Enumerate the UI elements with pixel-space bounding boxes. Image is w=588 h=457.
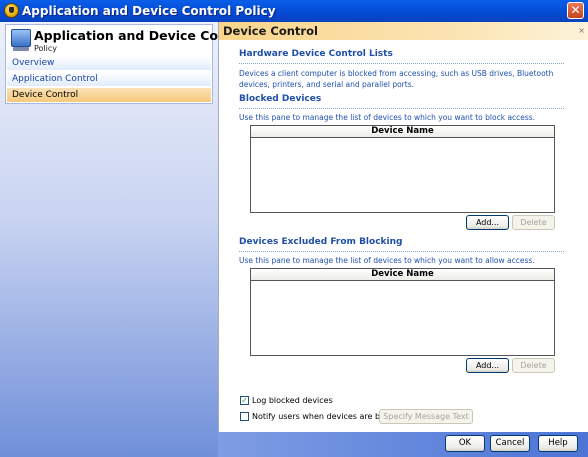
notify-users-checkbox[interactable] <box>240 412 249 421</box>
log-blocked-label: Log blocked devices <box>252 396 333 405</box>
window-title: Application and Device Control Policy <box>22 4 276 18</box>
panel-close-icon[interactable]: × <box>578 22 585 40</box>
device-control-pane: Device Control × Hardware Device Control… <box>218 22 588 432</box>
panel-title: Device Control <box>223 24 318 38</box>
policy-subheading: Policy <box>34 44 58 53</box>
help-button[interactable]: Help <box>538 435 578 452</box>
excluded-devices-list[interactable]: Device Name <box>250 268 555 356</box>
nav-item-overview[interactable]: Overview <box>7 56 211 70</box>
nav-item-application-control[interactable]: Application Control <box>7 72 211 86</box>
ok-button[interactable]: OK <box>445 435 485 452</box>
log-blocked-checkbox[interactable]: ✓ <box>240 396 249 405</box>
section-title: Hardware Device Control Lists <box>239 49 393 59</box>
excluded-delete-button[interactable]: Delete <box>512 358 555 373</box>
close-window-button[interactable]: ✕ <box>567 2 584 19</box>
section-divider <box>239 63 564 64</box>
blocked-divider <box>239 108 564 109</box>
blocked-devices-description: Use this pane to manage the list of devi… <box>239 113 536 122</box>
shield-icon <box>4 3 19 18</box>
specify-message-button[interactable]: Specify Message Text <box>379 409 473 424</box>
excluded-devices-title: Devices Excluded From Blocking <box>239 237 403 247</box>
panel-header: Device Control × <box>219 22 588 40</box>
dialog-button-bar: OK Cancel Help <box>218 432 588 457</box>
excluded-devices-description: Use this pane to manage the list of devi… <box>239 256 535 265</box>
blocked-device-name-header[interactable]: Device Name <box>251 126 554 138</box>
excluded-device-name-header[interactable]: Device Name <box>251 269 554 281</box>
excluded-add-button[interactable]: Add... <box>466 358 509 373</box>
excluded-divider <box>239 251 564 252</box>
left-navigation-pane: Application and Device Control Policy Ov… <box>0 22 252 457</box>
blocked-devices-title: Blocked Devices <box>239 94 322 104</box>
blocked-add-button[interactable]: Add... <box>466 215 509 230</box>
nav-header: Application and Device Control Policy <box>6 25 252 55</box>
computer-icon <box>11 29 31 51</box>
blocked-delete-button[interactable]: Delete <box>512 215 555 230</box>
cancel-button[interactable]: Cancel <box>490 435 530 452</box>
window-title-bar: Application and Device Control Policy ✕ <box>0 0 588 22</box>
policy-nav-box: Application and Device Control Policy Ov… <box>5 24 252 104</box>
nav-item-device-control[interactable]: Device Control <box>7 88 211 102</box>
blocked-devices-list[interactable]: Device Name <box>250 125 555 213</box>
section-description: Devices a client computer is blocked fro… <box>239 69 554 89</box>
